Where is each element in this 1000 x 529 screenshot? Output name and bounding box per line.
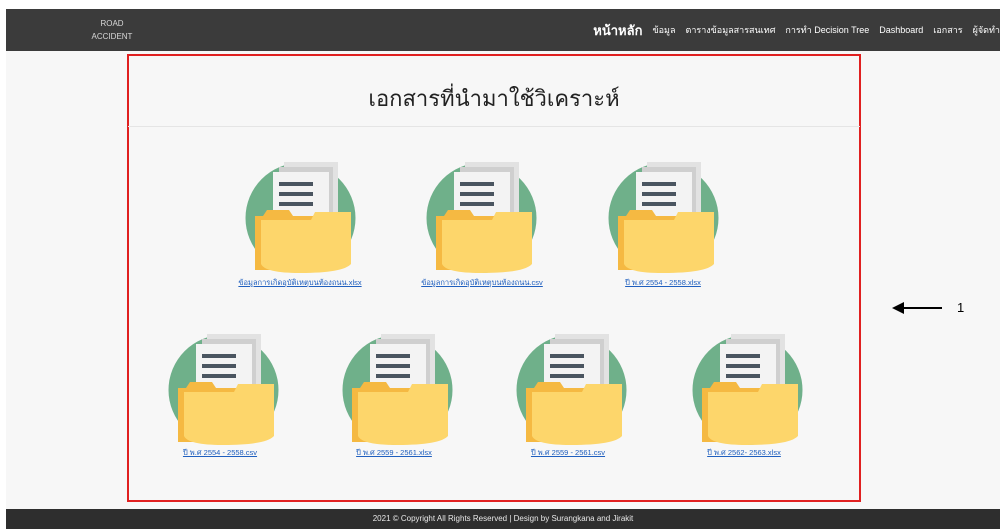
nav-item-home[interactable]: หน้าหลัก bbox=[593, 20, 642, 41]
document-folder-icon[interactable] bbox=[243, 158, 358, 273]
document-link[interactable]: ปี พ.ศ 2562- 2563.xlsx bbox=[707, 447, 781, 459]
document-link[interactable]: ปี พ.ศ 2554 - 2558.csv bbox=[183, 447, 257, 459]
document-link[interactable]: ข้อมูลการเกิดอุบัติเหตุบนท้องถนน.csv bbox=[421, 277, 543, 289]
nav-item-authors[interactable]: ผู้จัดทำ bbox=[973, 23, 1000, 37]
brand-logo[interactable]: ROAD ACCIDENT bbox=[82, 17, 142, 43]
nav-item-dashboard[interactable]: Dashboard bbox=[879, 25, 923, 35]
document-folder-icon[interactable] bbox=[606, 158, 721, 273]
document-link[interactable]: ปี พ.ศ 2554 - 2558.xlsx bbox=[625, 277, 701, 289]
page-title: เอกสารที่นำมาใช้วิเคราะห์ bbox=[368, 87, 620, 112]
document-link[interactable]: ข้อมูลการเกิดอุบัติเหตุบนท้องถนน.xlsx bbox=[238, 277, 361, 289]
nav-item-data[interactable]: ข้อมูล bbox=[652, 23, 675, 37]
document-link[interactable]: ปี พ.ศ 2559 - 2561.xlsx bbox=[356, 447, 432, 459]
annotation-arrow-icon bbox=[892, 302, 942, 314]
document-folder-icon[interactable] bbox=[424, 158, 539, 273]
footer: 2021 © Copyright All Rights Reserved | D… bbox=[6, 509, 1000, 529]
document-folder-icon[interactable] bbox=[340, 330, 455, 445]
document-link[interactable]: ปี พ.ศ 2559 - 2561.csv bbox=[531, 447, 605, 459]
nav-item-info-table[interactable]: ตารางข้อมูลสารสนเทศ bbox=[685, 23, 775, 37]
brand-line-1: ROAD bbox=[100, 19, 124, 28]
document-folder-icon[interactable] bbox=[690, 330, 805, 445]
document-folder-icon[interactable] bbox=[166, 330, 281, 445]
footer-copyright: 2021 © Copyright All Rights Reserved | D… bbox=[372, 514, 634, 523]
brand-line-2: ACCIDENT bbox=[91, 32, 133, 41]
nav-item-decision-tree[interactable]: การทำ Decision Tree bbox=[785, 23, 869, 37]
title-divider bbox=[128, 126, 860, 127]
nav-menu: หน้าหลัก ข้อมูล ตารางข้อมูลสารสนเทศ การท… bbox=[593, 9, 1000, 51]
nav-item-documents[interactable]: เอกสาร bbox=[933, 23, 962, 37]
document-folder-icon[interactable] bbox=[514, 330, 629, 445]
navbar: ROAD ACCIDENT หน้าหลัก ข้อมูล ตารางข้อมู… bbox=[6, 9, 1000, 51]
annotation-label: 1 bbox=[957, 300, 965, 315]
